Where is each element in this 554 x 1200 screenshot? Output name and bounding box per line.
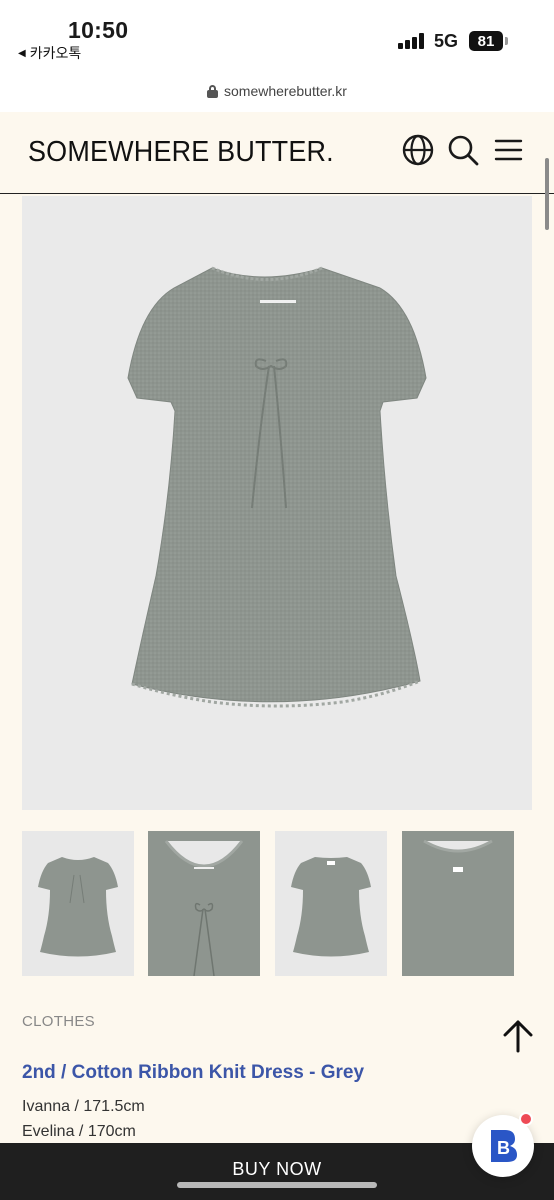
thumbnail-front[interactable] <box>22 831 134 976</box>
thumbnail-strip <box>22 831 514 976</box>
chat-logo-letter: B <box>497 1138 510 1158</box>
scroll-to-top-icon[interactable] <box>500 1018 536 1054</box>
search-icon[interactable] <box>446 133 480 167</box>
thumbnail-back[interactable] <box>275 831 387 976</box>
buy-now-label: BUY NOW <box>232 1158 322 1179</box>
site-header: SOMEWHERE BUTTER. <box>0 112 554 194</box>
status-time: 10:50 <box>68 17 129 43</box>
chat-logo-icon: B <box>491 1130 517 1162</box>
product-title: 2nd / Cotton Ribbon Knit Dress - Grey <box>22 1062 365 1083</box>
menu-icon[interactable] <box>492 133 526 167</box>
brand-logo[interactable]: SOMEWHERE BUTTER. <box>28 136 334 169</box>
model-info-line: Ivanna / 171.5cm <box>22 1098 145 1115</box>
thumbnail-neckline[interactable] <box>148 831 260 976</box>
thumbnail-back-detail[interactable] <box>402 831 514 976</box>
battery-tip <box>505 37 508 45</box>
back-app-label: 카카오톡 <box>29 45 82 61</box>
dress-illustration <box>127 266 427 708</box>
product-main-image[interactable] <box>22 196 532 810</box>
home-indicator[interactable] <box>177 1182 377 1188</box>
battery-icon: 81 <box>469 31 503 51</box>
notification-dot <box>519 1112 533 1126</box>
battery-level: 81 <box>477 32 495 50</box>
product-category[interactable]: CLOTHES <box>22 1013 95 1030</box>
model-info-line: Evelina / 170cm <box>22 1123 136 1140</box>
network-label: 5G <box>434 31 459 51</box>
status-bar: 10:50 ◀ 카카오톡 5G 81 <box>0 0 554 70</box>
page-scrollbar[interactable] <box>545 158 549 230</box>
globe-icon[interactable] <box>401 133 435 167</box>
url-bar[interactable]: somewherebutter.kr <box>0 70 554 112</box>
lock-icon <box>207 84 219 98</box>
back-triangle-icon: ◀ <box>18 47 26 59</box>
back-to-app-button[interactable]: ◀ 카카오톡 <box>18 43 81 63</box>
url-text: somewherebutter.kr <box>224 83 347 99</box>
signal-icon <box>398 33 426 49</box>
